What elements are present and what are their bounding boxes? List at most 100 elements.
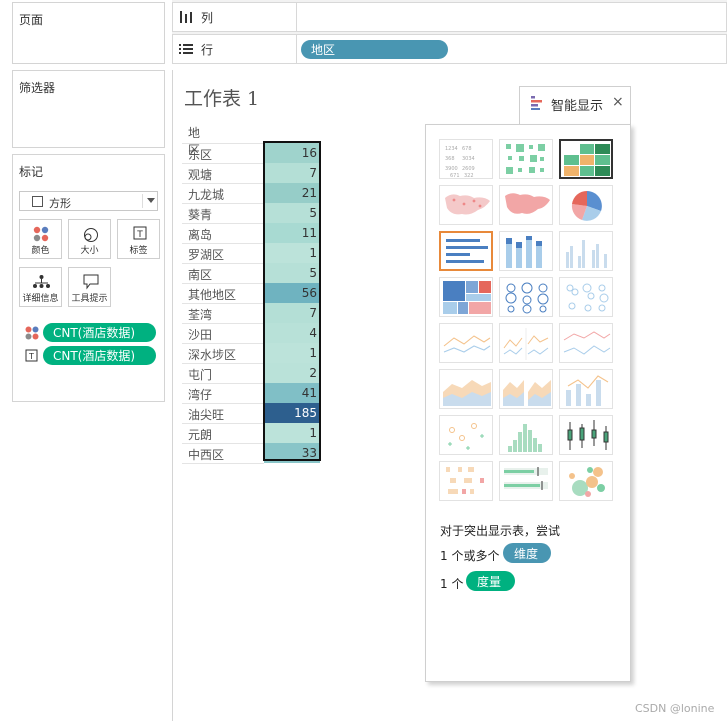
thumb-pie-chart[interactable] (559, 185, 613, 225)
color-icon (33, 226, 49, 242)
square-icon (32, 196, 43, 207)
region-label[interactable]: 南区 (188, 266, 212, 283)
requirement-dimensions-label: 1 个或多个 (440, 549, 500, 563)
thumb-heat-map[interactable] (499, 139, 553, 179)
color-icon (25, 326, 39, 340)
row-divider (182, 303, 264, 304)
thumb-histogram[interactable] (499, 415, 553, 455)
tooltip-card[interactable]: 工具提示 (68, 267, 111, 307)
thumb-side-by-side-circles[interactable] (559, 277, 613, 317)
thumb-bullet-graph[interactable] (499, 461, 553, 501)
rows-shelf[interactable]: 行 地区 (172, 34, 727, 64)
showme-icon (531, 96, 542, 110)
color-card[interactable]: 颜色 (19, 219, 62, 259)
columns-shelf[interactable]: 列 (172, 2, 727, 32)
region-label[interactable]: 九龙城 (188, 186, 224, 203)
thumb-filled-map[interactable] (499, 185, 553, 225)
rows-label: 行 (201, 42, 214, 57)
cnt-color-pill[interactable]: CNT(酒店数据) (43, 323, 156, 342)
thumb-scatter-plot[interactable] (439, 415, 493, 455)
thumb-side-by-side-bars[interactable] (559, 231, 613, 271)
svg-text:368: 368 (445, 156, 455, 162)
region-label[interactable]: 荃湾 (188, 306, 212, 323)
dropdown-divider (142, 194, 143, 208)
showme-panel: 1234 678 368 3034 3900 2609 671 322 对于突出显示表，尝试 … (425, 124, 631, 682)
row-divider (182, 323, 264, 324)
cnt-label-pill-label: CNT(酒店数据) (53, 349, 136, 363)
thumb-horizontal-bars[interactable] (439, 231, 493, 271)
showme-hint: 对于突出显示表，尝试 (440, 524, 561, 538)
row-divider (182, 423, 264, 424)
row-divider (182, 143, 264, 144)
region-label[interactable]: 屯门 (188, 366, 212, 383)
thumb-lines-continuous[interactable] (439, 323, 493, 363)
region-label[interactable]: 其他地区 (188, 286, 236, 303)
region-label[interactable]: 葵青 (188, 206, 212, 223)
svg-text:T: T (136, 230, 143, 240)
dimension-pill: 维度 (503, 543, 551, 563)
svg-text:T: T (28, 352, 34, 361)
crosstab-selection-border (263, 141, 321, 461)
cnt-label-pill[interactable]: CNT(酒店数据) (43, 346, 156, 365)
dimension-pill-label: 维度 (514, 546, 539, 561)
filters-panel[interactable]: 筛选器 (12, 70, 165, 148)
svg-text:322: 322 (464, 173, 474, 178)
row-divider (182, 343, 264, 344)
region-label[interactable]: 沙田 (188, 326, 212, 343)
thumb-area-discrete[interactable] (499, 369, 553, 409)
thumb-box-and-whisker[interactable] (559, 415, 613, 455)
row-divider (182, 283, 264, 284)
region-label[interactable]: 罗湖区 (188, 246, 224, 263)
cnt-color-pill-label: CNT(酒店数据) (53, 326, 136, 340)
thumb-highlight-table[interactable] (559, 139, 613, 179)
label-icon: T (133, 226, 147, 240)
row-divider (182, 203, 264, 204)
region-label[interactable]: 东区 (188, 146, 212, 163)
size-card[interactable]: 大小 (68, 219, 111, 259)
requirement-measures-label: 1 个 (440, 577, 464, 591)
thumb-text-table[interactable]: 1234 678 368 3034 3900 2609 671 322 (439, 139, 493, 179)
region-label[interactable]: 元朗 (188, 426, 212, 443)
thumb-gantt-chart[interactable] (439, 461, 493, 501)
detail-card[interactable]: 详细信息 (19, 267, 62, 307)
showme-tab[interactable]: 智能显示 × (519, 86, 631, 126)
size-card-label: 大小 (80, 246, 99, 256)
thumb-dual-lines[interactable] (559, 323, 613, 363)
row-divider (182, 163, 264, 164)
region-label[interactable]: 观塘 (188, 166, 212, 183)
row-divider (182, 263, 264, 264)
region-label[interactable]: 湾仔 (188, 386, 212, 403)
thumb-stacked-bars[interactable] (499, 231, 553, 271)
tooltip-icon (83, 274, 99, 290)
region-row-pill-label: 地区 (311, 43, 336, 57)
detail-icon (33, 275, 50, 288)
pages-title: 页面 (19, 13, 44, 27)
region-label[interactable]: 离岛 (188, 226, 212, 243)
region-label[interactable]: 中西区 (188, 446, 224, 463)
columns-label: 列 (201, 10, 214, 25)
sheet-title: 工作表 1 (184, 88, 260, 110)
region-label[interactable]: 深水埗区 (188, 346, 236, 363)
label-card[interactable]: T 标签 (117, 219, 160, 259)
svg-text:1234: 1234 (445, 146, 458, 152)
close-icon[interactable]: × (612, 94, 624, 110)
svg-text:678: 678 (462, 146, 472, 152)
row-divider (182, 463, 264, 464)
row-divider (182, 223, 264, 224)
row-divider (182, 363, 264, 364)
thumb-packed-bubbles[interactable] (559, 461, 613, 501)
mark-type-dropdown[interactable]: 方形 (19, 191, 158, 211)
svg-text:3034: 3034 (462, 156, 475, 162)
label-card-label: 标签 (129, 246, 148, 256)
row-divider (182, 403, 264, 404)
detail-card-label: 详细信息 (22, 294, 59, 304)
columns-icon (180, 11, 192, 23)
thumb-circle-views[interactable] (499, 277, 553, 317)
region-label[interactable]: 油尖旺 (188, 406, 224, 423)
thumb-area-continuous[interactable] (439, 369, 493, 409)
thumb-symbol-map[interactable] (439, 185, 493, 225)
thumb-lines-discrete[interactable] (499, 323, 553, 363)
thumb-treemap[interactable] (439, 277, 493, 317)
thumb-dual-combination[interactable] (559, 369, 613, 409)
region-row-pill[interactable]: 地区 (301, 40, 448, 59)
